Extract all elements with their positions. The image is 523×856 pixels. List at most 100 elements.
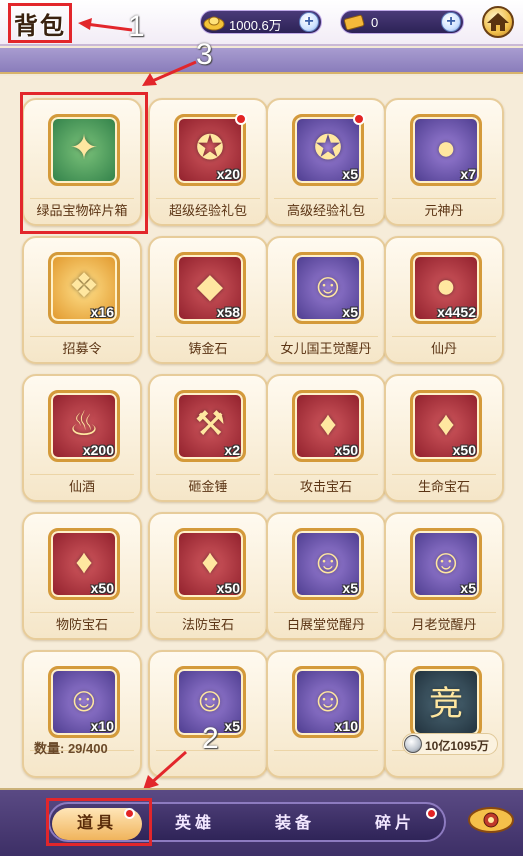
- item-slot[interactable]: ☺ x5 白展堂觉醒丹: [266, 512, 386, 640]
- arena-token-icon: 竞: [429, 684, 463, 723]
- eye-emblem-icon[interactable]: [466, 800, 516, 840]
- item-slot[interactable]: ✪ x5 高级经验礼包: [266, 98, 386, 226]
- annotation-label-1: 1: [128, 10, 145, 43]
- item-quantity: x10: [334, 718, 358, 734]
- item-name: 铸金石: [156, 336, 260, 360]
- item-quantity: x7: [460, 166, 476, 182]
- page-title: 背包: [14, 10, 66, 40]
- item-quantity: x5: [342, 580, 358, 596]
- item-slot[interactable]: ❖ x16 招募令: [22, 236, 142, 364]
- item-slot[interactable]: ☺ x5 月老觉醒丹: [384, 512, 504, 640]
- items-tab-highlight-box: [46, 798, 152, 846]
- item-quantity: x2: [224, 442, 240, 458]
- add-ticket-button[interactable]: +: [441, 12, 461, 32]
- bottom-tab-bar: 道具 英雄 装备 碎片: [0, 788, 523, 856]
- item-quantity: x5: [224, 718, 240, 734]
- item-name: 仙丹: [392, 336, 496, 360]
- tab-heroes-label: 英雄: [174, 815, 215, 832]
- item-icon-frame: ✪ x20: [174, 113, 247, 186]
- gold-resource-bar: 1000.6万 +: [200, 10, 322, 34]
- item-slot[interactable]: ☺ x10: [266, 650, 386, 778]
- item-name: 生命宝石: [392, 474, 496, 498]
- item-slot[interactable]: ♦ x50 生命宝石: [384, 374, 504, 502]
- item-icon-frame: ♦ x50: [292, 390, 364, 462]
- item-slot[interactable]: 竞: [384, 650, 504, 778]
- item-quantity: x50: [452, 442, 476, 458]
- item-slot[interactable]: ☺ x5 女儿国王觉醒丹: [266, 236, 386, 364]
- item-name: [274, 750, 378, 774]
- item-icon-frame: ♦ x50: [410, 390, 482, 462]
- tab-fragments[interactable]: 碎片: [350, 808, 440, 840]
- item-icon-frame: ☺ x5: [292, 252, 364, 324]
- item-name: 招募令: [30, 336, 134, 360]
- item-quantity: x10: [90, 718, 114, 734]
- item-slot[interactable]: ● x7 元神丹: [384, 98, 504, 226]
- annotation-arrow-3: [142, 60, 197, 86]
- item-name: 超级经验礼包: [156, 198, 260, 222]
- silver-coin-icon: [404, 735, 422, 753]
- item-slot[interactable]: ⚒ x2 砸金锤: [148, 374, 268, 502]
- item-quantity: x50: [216, 580, 240, 596]
- tab-equipment[interactable]: 装备: [250, 808, 340, 840]
- annotation-arrow-2: [143, 750, 187, 790]
- item-icon-frame: ◆ x58: [174, 252, 246, 324]
- decorative-banner: [0, 48, 523, 74]
- annotation-label-2: 2: [202, 722, 219, 755]
- item-quantity: x5: [460, 580, 476, 596]
- annotation-label-3: 3: [196, 38, 213, 71]
- gold-ingot-icon: [203, 16, 225, 31]
- item-quantity: x4452: [437, 304, 476, 320]
- item-icon-frame: 竞: [410, 666, 482, 738]
- item-quantity: x5: [342, 304, 358, 320]
- item-icon-frame: ✪ x5: [292, 113, 365, 186]
- inventory-count: 数量: 29/400: [34, 741, 108, 756]
- ticket-icon: [343, 14, 365, 31]
- tab-equipment-label: 装备: [274, 815, 315, 832]
- item-name: 法防宝石: [156, 612, 260, 636]
- home-button[interactable]: [482, 6, 514, 38]
- item-name: 物防宝石: [30, 612, 134, 636]
- item-quantity: x5: [342, 166, 358, 182]
- item-slot[interactable]: ☺ x10: [22, 650, 142, 778]
- first-item-highlight-box: [20, 92, 148, 234]
- ticket-resource-bar: 0 +: [340, 10, 464, 34]
- item-quantity: x50: [334, 442, 358, 458]
- item-slot[interactable]: ● x4452 仙丹: [384, 236, 504, 364]
- item-icon-frame: ☺ x5: [292, 528, 364, 600]
- add-gold-button[interactable]: +: [299, 12, 319, 32]
- tab-fragments-notification-dot: [426, 808, 437, 819]
- item-icon-frame: ● x7: [410, 114, 482, 186]
- top-bar: 背包 1 1000.6万 + 0 +: [0, 0, 523, 46]
- home-icon: [487, 13, 509, 31]
- annotation-arrow-1: [78, 18, 133, 32]
- item-name: 仙酒: [30, 474, 134, 498]
- item-icon-frame: ☺ x5: [410, 528, 482, 600]
- coin-balance: 10亿1095万: [402, 733, 498, 755]
- item-name: 砸金锤: [156, 474, 260, 498]
- item-slot[interactable]: ✪ x20 超级经验礼包: [148, 98, 268, 226]
- item-icon-frame: ❖ x16: [48, 252, 120, 324]
- item-quantity: x58: [216, 304, 240, 320]
- item-slot[interactable]: ♨ x200 仙酒: [22, 374, 142, 502]
- gold-amount: 1000.6万: [229, 18, 282, 33]
- item-quantity: x16: [90, 304, 114, 320]
- item-notification-dot: [235, 113, 247, 125]
- item-icon-frame: ♨ x200: [48, 390, 120, 462]
- item-slot[interactable]: ♦ x50 攻击宝石: [266, 374, 386, 502]
- item-icon-frame: ● x4452: [410, 252, 482, 324]
- item-name: 女儿国王觉醒丹: [274, 336, 378, 360]
- item-slot[interactable]: ♦ x50 法防宝石: [148, 512, 268, 640]
- item-icon-frame: ☺ x10: [48, 666, 120, 738]
- item-slot[interactable]: ♦ x50 物防宝石: [22, 512, 142, 640]
- tab-fragments-label: 碎片: [374, 815, 415, 832]
- item-name: 白展堂觉醒丹: [274, 612, 378, 636]
- ticket-amount: 0: [371, 15, 379, 30]
- item-notification-dot: [353, 113, 365, 125]
- coin-amount: 10亿1095万: [425, 739, 490, 753]
- tab-heroes[interactable]: 英雄: [150, 808, 240, 840]
- item-icon-frame: ♦ x50: [174, 528, 246, 600]
- item-slot[interactable]: ◆ x58 铸金石: [148, 236, 268, 364]
- item-name: 月老觉醒丹: [392, 612, 496, 636]
- item-icon-frame: ⚒ x2: [174, 390, 246, 462]
- item-quantity: x200: [82, 442, 114, 458]
